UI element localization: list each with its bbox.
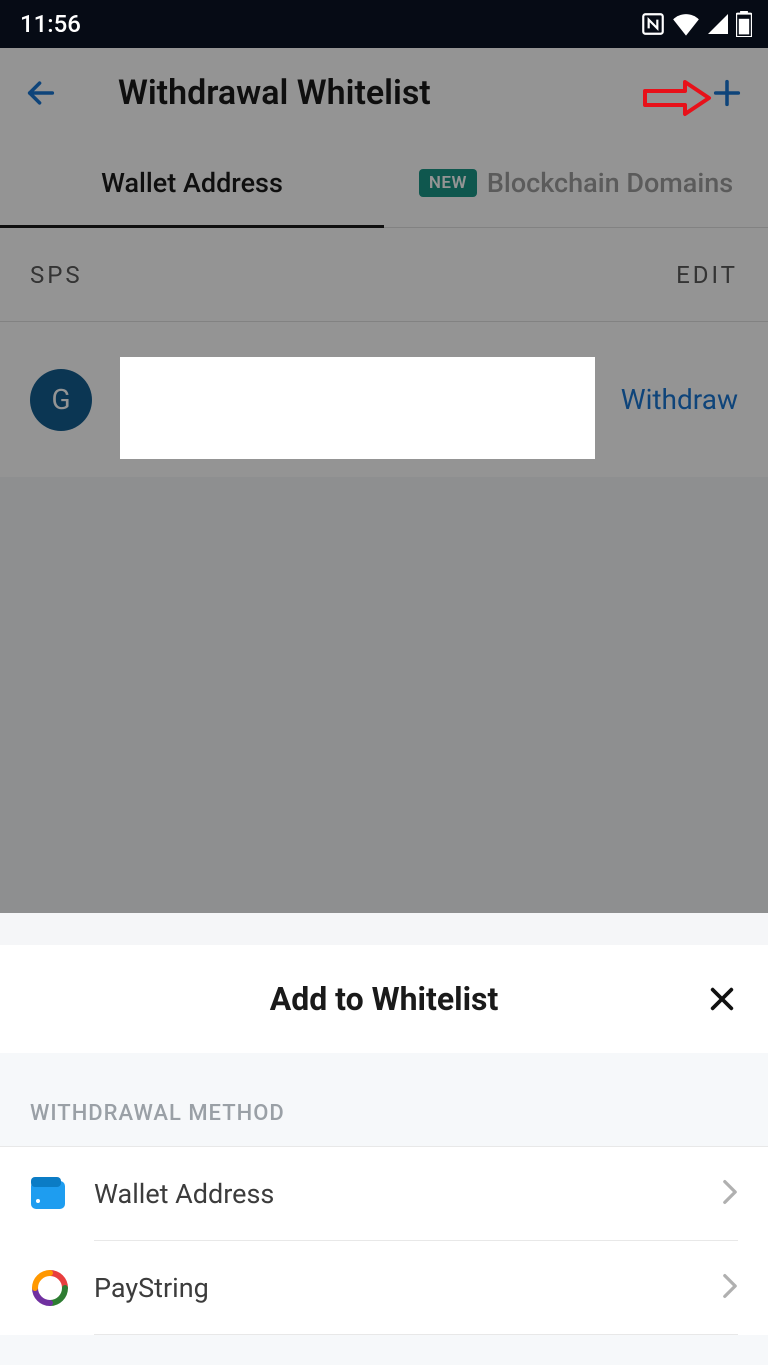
- method-section-label: WITHDRAWAL METHOD: [0, 1053, 768, 1146]
- sheet-title: Add to Whitelist: [270, 980, 499, 1018]
- redaction-block: [120, 357, 595, 459]
- status-bar: 11:56: [0, 0, 768, 48]
- bottom-sheet: Add to Whitelist WITHDRAWAL METHOD Walle…: [0, 945, 768, 1365]
- method-name: Wallet Address: [94, 1178, 274, 1210]
- status-icons: [640, 11, 752, 37]
- sheet-header: Add to Whitelist: [0, 945, 768, 1053]
- sheet-body: WITHDRAWAL METHOD Wallet Address: [0, 1053, 768, 1365]
- method-paystring[interactable]: PayString: [0, 1241, 768, 1335]
- method-wallet-address[interactable]: Wallet Address: [0, 1147, 768, 1241]
- chevron-right-icon: [722, 1179, 738, 1209]
- chevron-right-icon: [722, 1273, 738, 1303]
- status-time: 11:56: [20, 10, 81, 38]
- close-icon: [706, 983, 738, 1015]
- nfc-icon: [640, 11, 666, 37]
- battery-icon: [736, 11, 752, 37]
- modal-backdrop[interactable]: [0, 48, 768, 913]
- signal-icon: [706, 12, 730, 36]
- method-name: PayString: [94, 1272, 209, 1304]
- close-button[interactable]: [706, 983, 738, 1015]
- wifi-icon: [672, 12, 700, 36]
- arrow-right-icon: [641, 78, 713, 118]
- paystring-icon: [30, 1268, 70, 1308]
- method-list: Wallet Address PayString: [0, 1146, 768, 1335]
- arrow-annotation: [641, 78, 713, 122]
- wallet-icon: [30, 1174, 70, 1214]
